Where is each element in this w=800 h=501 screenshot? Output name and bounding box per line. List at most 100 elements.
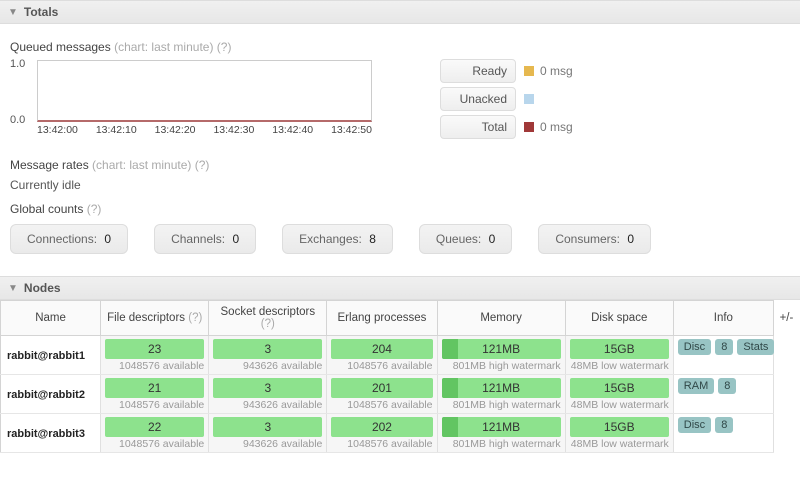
info-badge: Stats xyxy=(737,339,774,355)
chart-x-tick: 13:42:00 xyxy=(37,124,78,136)
count-channels[interactable]: Channels: 0 xyxy=(154,224,256,254)
th-ep[interactable]: Erlang processes xyxy=(327,301,437,336)
queued-chart: 1.0 0.0 13:42:00 13:42:10 13:42:20 13:42… xyxy=(10,60,390,140)
count-label: Exchanges: xyxy=(299,232,362,246)
count-value: 0 xyxy=(232,232,239,246)
count-exchanges[interactable]: Exchanges: 8 xyxy=(282,224,393,254)
rates-label-muted: (chart: last minute) xyxy=(92,158,191,172)
table-cell: 2011048576 available xyxy=(327,375,437,414)
pm-cell xyxy=(773,375,799,414)
help-icon[interactable]: (?) xyxy=(261,318,275,330)
legend-label[interactable]: Total xyxy=(440,115,516,139)
table-cell: 15GB48MB low watermark xyxy=(565,414,673,453)
table-cell: Disc8 xyxy=(673,414,773,453)
legend-label[interactable]: Ready xyxy=(440,59,516,83)
pm-cell xyxy=(773,336,799,375)
table-row: rabbit@rabbit3221048576 available3943626… xyxy=(1,414,800,453)
collapse-icon: ▼ xyxy=(8,283,18,294)
table-cell: RAM8 xyxy=(673,375,773,414)
legend-row-ready: Ready 0 msg xyxy=(440,58,573,84)
th-text: Socket descriptors xyxy=(221,306,316,318)
th-info[interactable]: Info xyxy=(673,301,773,336)
table-row: rabbit@rabbit2211048576 available3943626… xyxy=(1,375,800,414)
pm-cell xyxy=(773,414,799,453)
legend-swatch-icon xyxy=(524,94,534,104)
table-cell: 211048576 available xyxy=(101,375,209,414)
info-badge: 8 xyxy=(718,378,736,394)
count-label: Channels: xyxy=(171,232,225,246)
th-disk[interactable]: Disk space xyxy=(565,301,673,336)
rates-label: Message rates (chart: last minute) (?) xyxy=(10,158,790,172)
count-value: 0 xyxy=(104,232,111,246)
table-cell: 221048576 available xyxy=(101,414,209,453)
table-cell: rabbit@rabbit2 xyxy=(1,375,101,414)
count-label: Consumers: xyxy=(555,232,620,246)
queued-label: Queued messages (chart: last minute) (?) xyxy=(10,40,790,54)
table-cell: 15GB48MB low watermark xyxy=(565,375,673,414)
info-badges: Disc8 xyxy=(678,417,769,433)
chart-x-tick: 13:42:30 xyxy=(213,124,254,136)
help-icon[interactable]: (?) xyxy=(188,312,202,324)
section-title: Totals xyxy=(24,5,58,19)
global-label: Global counts (?) xyxy=(10,202,790,216)
queued-label-muted: (chart: last minute) xyxy=(114,40,213,54)
help-icon[interactable]: (?) xyxy=(87,202,102,216)
legend-swatch-icon xyxy=(524,66,534,76)
info-badge: 8 xyxy=(715,417,733,433)
help-icon[interactable]: (?) xyxy=(217,40,232,54)
legend-value: 0 msg xyxy=(540,120,573,134)
rates-idle-text: Currently idle xyxy=(10,178,790,192)
global-counts: Connections: 0 Channels: 0 Exchanges: 8 … xyxy=(10,224,790,254)
section-title: Nodes xyxy=(24,281,61,295)
table-row: rabbit@rabbit1231048576 available3943626… xyxy=(1,336,800,375)
section-header-totals[interactable]: ▼ Totals xyxy=(0,0,800,24)
th-plus-minus[interactable]: +/- xyxy=(773,301,799,336)
count-label: Connections: xyxy=(27,232,97,246)
table-header-row: Name File descriptors (?) Socket descrip… xyxy=(1,301,800,336)
table-cell: 2021048576 available xyxy=(327,414,437,453)
table-cell: rabbit@rabbit1 xyxy=(1,336,101,375)
info-badge: RAM xyxy=(678,378,714,394)
th-name[interactable]: Name xyxy=(1,301,101,336)
table-cell: 2041048576 available xyxy=(327,336,437,375)
table-cell: 121MB801MB high watermark xyxy=(437,336,565,375)
nodes-table: Name File descriptors (?) Socket descrip… xyxy=(0,300,800,453)
info-badge: 8 xyxy=(715,339,733,355)
table-cell: 3943626 available xyxy=(209,375,327,414)
th-mem[interactable]: Memory xyxy=(437,301,565,336)
count-value: 0 xyxy=(627,232,634,246)
table-cell: 121MB801MB high watermark xyxy=(437,375,565,414)
info-badge: Disc xyxy=(678,417,711,433)
legend-swatch-icon xyxy=(524,122,534,132)
legend-row-total: Total 0 msg xyxy=(440,114,573,140)
chart-y-max: 1.0 xyxy=(10,58,25,70)
table-cell: 231048576 available xyxy=(101,336,209,375)
table-cell: 3943626 available xyxy=(209,336,327,375)
chart-x-axis: 13:42:00 13:42:10 13:42:20 13:42:30 13:4… xyxy=(37,124,372,136)
th-text: File descriptors xyxy=(107,312,185,324)
info-badge: Disc xyxy=(678,339,711,355)
count-label: Queues: xyxy=(436,232,481,246)
table-cell: 3943626 available xyxy=(209,414,327,453)
chart-x-tick: 13:42:20 xyxy=(155,124,196,136)
section-header-nodes[interactable]: ▼ Nodes xyxy=(0,276,800,300)
chart-x-tick: 13:42:40 xyxy=(272,124,313,136)
count-consumers[interactable]: Consumers: 0 xyxy=(538,224,651,254)
help-icon[interactable]: (?) xyxy=(195,158,210,172)
table-cell: Disc8Stats xyxy=(673,336,773,375)
table-cell: rabbit@rabbit3 xyxy=(1,414,101,453)
th-sd[interactable]: Socket descriptors (?) xyxy=(209,301,327,336)
collapse-icon: ▼ xyxy=(8,7,18,18)
global-label-text: Global counts xyxy=(10,202,83,216)
info-badges: Disc8Stats xyxy=(678,339,769,355)
chart-plot-area xyxy=(37,60,372,122)
table-cell: 15GB48MB low watermark xyxy=(565,336,673,375)
queued-label-text: Queued messages xyxy=(10,40,111,54)
count-connections[interactable]: Connections: 0 xyxy=(10,224,128,254)
count-queues[interactable]: Queues: 0 xyxy=(419,224,512,254)
chart-x-tick: 13:42:10 xyxy=(96,124,137,136)
chart-y-min: 0.0 xyxy=(10,114,25,126)
chart-legend: Ready 0 msg Unacked Total 0 msg xyxy=(440,58,573,140)
legend-label[interactable]: Unacked xyxy=(440,87,516,111)
th-fd[interactable]: File descriptors (?) xyxy=(101,301,209,336)
